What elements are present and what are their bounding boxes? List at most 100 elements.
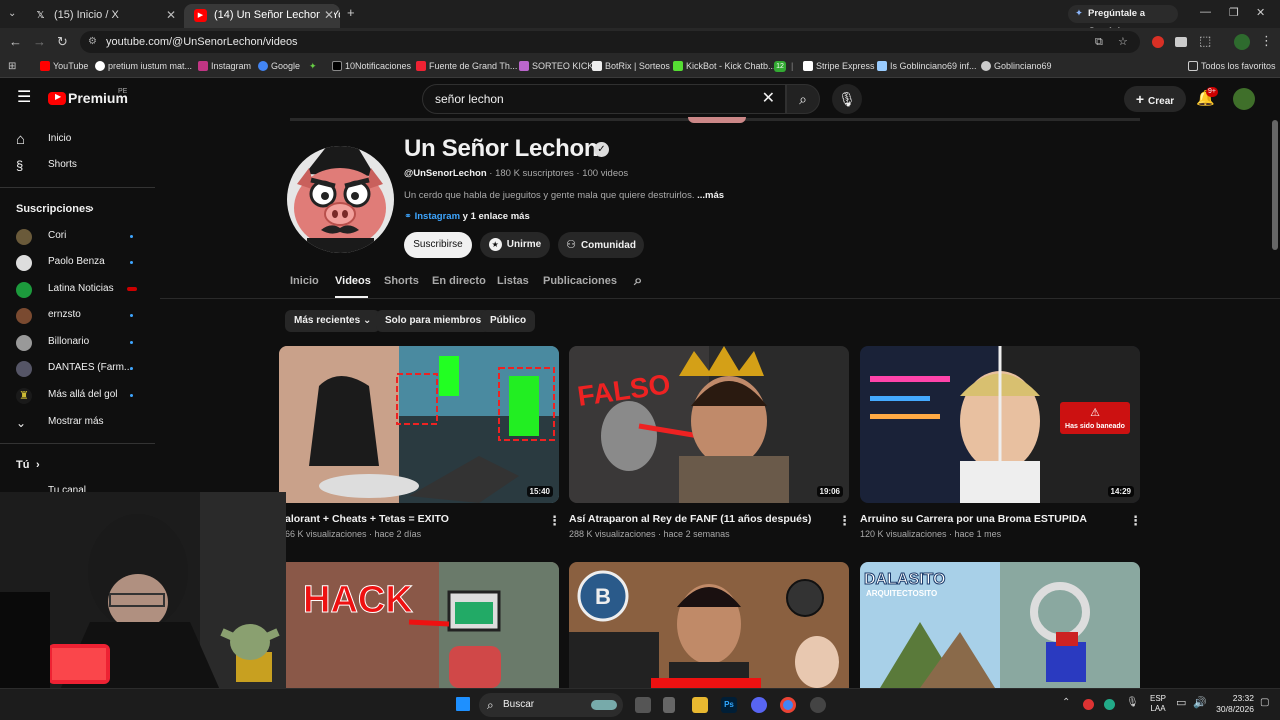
- video-thumbnail[interactable]: 15:40: [279, 346, 559, 503]
- windows-start-icon[interactable]: [456, 697, 470, 711]
- bookmark-item[interactable]: 10Notificaciones: [332, 60, 411, 72]
- video-thumbnail[interactable]: DALASITO ARQUITECTOSITO: [860, 562, 1140, 688]
- more-actions-icon[interactable]: ⋮: [548, 513, 561, 529]
- close-tab-icon[interactable]: ✕: [166, 4, 176, 26]
- discord-icon[interactable]: [751, 697, 767, 713]
- network-icon[interactable]: ▭: [1176, 696, 1186, 709]
- video-thumbnail[interactable]: B: [569, 562, 849, 688]
- close-window-icon[interactable]: ✕: [1256, 5, 1265, 21]
- video-thumbnail[interactable]: FALSO 19:06: [569, 346, 849, 503]
- bookmark-item[interactable]: Google: [258, 60, 300, 72]
- file-explorer-icon[interactable]: [692, 697, 708, 713]
- language-indicator[interactable]: ESP LAA: [1150, 694, 1166, 714]
- chip-public[interactable]: Público: [481, 310, 536, 332]
- bookmark-item[interactable]: SORTEO KICK: [519, 60, 593, 72]
- bookmark-badge[interactable]: 12: [774, 61, 786, 72]
- sidebar-sub-item[interactable]: Latina Noticias: [0, 276, 155, 302]
- tab-youtube[interactable]: ▶ (14) Un Señor Lechon - YouTube ✕: [184, 4, 340, 28]
- clear-search-icon[interactable]: ✕: [762, 85, 775, 113]
- more-actions-icon[interactable]: ⋮: [1129, 513, 1142, 529]
- tab-playlists[interactable]: Listas: [497, 275, 529, 287]
- bookmark-item[interactable]: pretium iustum mat...: [95, 60, 192, 72]
- show-more-button[interactable]: ⌄ Mostrar más: [0, 409, 155, 435]
- bookmark-icon[interactable]: ✦: [309, 60, 317, 72]
- site-info-icon[interactable]: ⚙: [88, 31, 97, 53]
- sidebar-sub-item[interactable]: Billonario: [0, 329, 155, 355]
- page-scrollbar[interactable]: [1272, 120, 1278, 250]
- account-avatar[interactable]: [1233, 88, 1255, 110]
- chip-members-only[interactable]: Solo para miembros: [376, 310, 491, 332]
- tab-x[interactable]: 𝕏 (15) Inicio / X ✕: [24, 4, 182, 28]
- more-actions-icon[interactable]: ⋮: [838, 513, 851, 529]
- close-tab-icon[interactable]: ✕: [319, 4, 334, 26]
- apps-icon[interactable]: ⊞: [8, 61, 16, 72]
- you-header[interactable]: Tú ›: [0, 452, 155, 478]
- bookmark-item[interactable]: Goblinciano69: [981, 60, 1052, 72]
- instagram-link[interactable]: Instagram: [415, 211, 460, 222]
- chrome-icon[interactable]: [780, 697, 796, 713]
- task-view-icon[interactable]: [635, 697, 651, 713]
- minimize-icon[interactable]: —: [1200, 4, 1211, 20]
- channel-search-icon[interactable]: ⌕: [634, 272, 642, 289]
- channel-avatar[interactable]: [287, 146, 394, 253]
- bookmark-item[interactable]: Instagram: [198, 60, 251, 72]
- gemini-button[interactable]: ✦ Pregúntale a Gemini: [1068, 5, 1178, 37]
- microphone-icon[interactable]: 🎙: [1126, 697, 1139, 708]
- create-button[interactable]: + Crear: [1124, 86, 1186, 112]
- tray-icon[interactable]: [1104, 699, 1115, 710]
- bookmark-item[interactable]: YouTube: [40, 60, 88, 72]
- volume-icon[interactable]: 🔊: [1193, 696, 1207, 709]
- clock[interactable]: 23:32 30/8/2026: [1212, 693, 1254, 715]
- profile-avatar[interactable]: [1234, 34, 1250, 50]
- bookmark-item[interactable]: Stripe Express: [803, 60, 875, 72]
- bookmark-item[interactable]: KickBot - Kick Chatb...: [673, 60, 776, 72]
- sidebar-sub-item[interactable]: ernzsto: [0, 302, 155, 328]
- forward-icon[interactable]: →: [33, 34, 46, 50]
- more-links[interactable]: y 1 enlace más: [463, 211, 530, 222]
- back-icon[interactable]: ←: [9, 34, 22, 50]
- tray-icon[interactable]: [1083, 699, 1094, 710]
- search-input[interactable]: señor lechon ✕: [422, 84, 786, 114]
- search-button[interactable]: ⌕: [786, 84, 820, 114]
- video-thumbnail[interactable]: HACK: [279, 562, 559, 688]
- sidebar-sub-item[interactable]: DANTAES (Farm...: [0, 355, 155, 381]
- video-title[interactable]: Así Atraparon al Rey de FANF (11 años de…: [569, 513, 811, 525]
- extension-icon[interactable]: [1152, 36, 1164, 48]
- address-bar[interactable]: ⚙ youtube.com/@UnSenorLechon/videos ⧉ ☆: [80, 31, 1140, 53]
- bookmark-star-icon[interactable]: ☆: [1118, 31, 1128, 53]
- tab-videos[interactable]: Videos: [335, 275, 371, 287]
- extension-icon[interactable]: [1175, 37, 1187, 47]
- sort-dropdown[interactable]: Más recientes ⌄: [285, 310, 381, 332]
- bookmark-item[interactable]: Is Goblinciano69 inf...: [877, 60, 977, 72]
- tray-chevron-icon[interactable]: ⌃: [1062, 697, 1070, 708]
- notifications-icon[interactable]: ▢: [1260, 697, 1269, 708]
- tab-shorts[interactable]: Shorts: [384, 275, 419, 287]
- subscriptions-header[interactable]: Suscripciones ›: [0, 196, 155, 222]
- more-link[interactable]: ...más: [697, 190, 724, 201]
- reload-icon[interactable]: ↻: [57, 34, 68, 50]
- sidebar-item-shorts[interactable]: § Shorts: [0, 152, 155, 178]
- tab-posts[interactable]: Publicaciones: [543, 275, 617, 287]
- new-tab-icon[interactable]: +: [347, 5, 355, 21]
- photoshop-icon[interactable]: Ps: [721, 697, 737, 713]
- bookmark-item[interactable]: Fuente de Grand Th...: [416, 60, 517, 72]
- app-icon[interactable]: [663, 697, 675, 713]
- video-title[interactable]: alorant + Cheats + Tetas = EXITO: [285, 513, 449, 525]
- all-favorites[interactable]: Todos los favoritos: [1188, 60, 1276, 72]
- sidebar-sub-item[interactable]: Paolo Benza: [0, 249, 155, 275]
- subscribe-button[interactable]: Suscribirse: [404, 232, 472, 258]
- voice-search-icon[interactable]: 🎙: [832, 84, 862, 114]
- menu-icon[interactable]: ⋮: [1260, 33, 1273, 49]
- sidebar-sub-item[interactable]: ♜ Más allá del gol: [0, 382, 155, 408]
- bookmark-item[interactable]: BotRix | Sorteos: [592, 60, 670, 72]
- tab-live[interactable]: En directo: [432, 275, 486, 287]
- extensions-puzzle-icon[interactable]: ⬚: [1199, 33, 1211, 49]
- channel-description[interactable]: Un cerdo que habla de jueguitos y gente …: [404, 190, 724, 201]
- app-icon[interactable]: [810, 697, 826, 713]
- hamburger-menu-icon[interactable]: ☰: [17, 90, 31, 106]
- install-app-icon[interactable]: ⧉: [1095, 31, 1103, 53]
- join-button[interactable]: ★ Unirme: [480, 232, 550, 258]
- tab-home[interactable]: Inicio: [290, 275, 319, 287]
- video-thumbnail[interactable]: Has sido baneado ⚠ 14:29: [860, 346, 1140, 503]
- video-title[interactable]: Arruino su Carrera por una Broma ESTUPID…: [860, 513, 1087, 525]
